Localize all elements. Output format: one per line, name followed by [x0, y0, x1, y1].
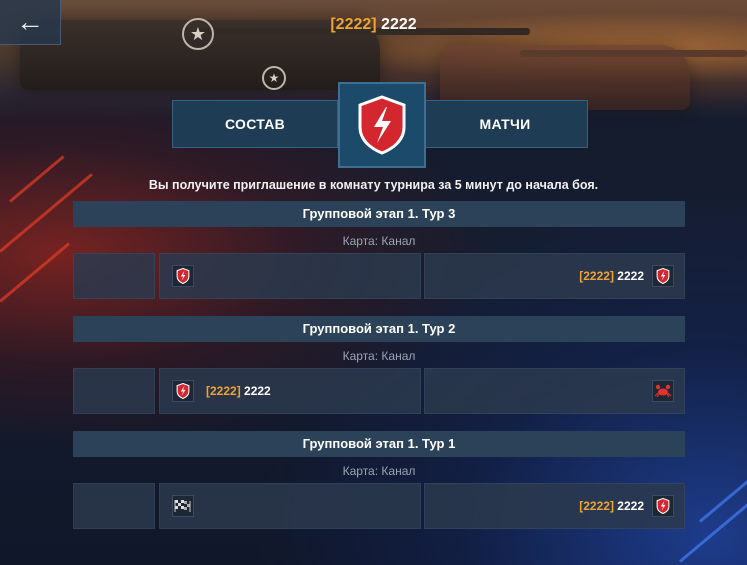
round-block: Групповой этап 1. Тур 3 Карта: Канал [22… [73, 201, 685, 299]
team-left-cell[interactable]: [2222] 2222 [159, 368, 421, 414]
team-right-cell[interactable]: [2222] 2222 [424, 483, 685, 529]
star-emblem-icon: ★ [262, 66, 286, 90]
decor-slash [699, 475, 747, 523]
team-name: [2222] 2222 [206, 384, 271, 398]
wotb-shield-icon [652, 265, 674, 287]
checkered-flags-icon [172, 495, 194, 517]
match-time-cell [73, 483, 155, 529]
match-row[interactable]: [2222] 2222 [73, 368, 685, 414]
team-left-cell[interactable] [159, 253, 421, 299]
wotb-shield-icon [358, 95, 406, 155]
map-label: Карта: Канал [342, 349, 416, 363]
team-right-cell[interactable] [424, 368, 685, 414]
match-time-cell [73, 368, 155, 414]
crab-icon [652, 380, 674, 402]
round-title: Групповой этап 1. Тур 3 [73, 201, 685, 227]
clan-name: 2222 [381, 16, 417, 33]
round-block: Групповой этап 1. Тур 2 Карта: Канал [22… [73, 316, 685, 414]
match-row[interactable]: [2222] 2222 [73, 253, 685, 299]
map-label: Карта: Канал [342, 464, 416, 478]
tank-barrel-secondary [520, 50, 747, 57]
tab-matches[interactable]: МАТЧИ [422, 100, 588, 148]
clan-tag: [2222] [330, 16, 377, 33]
match-row[interactable]: [2222] 2222 [73, 483, 685, 529]
decor-slash [0, 242, 70, 303]
match-time-cell [73, 253, 155, 299]
team-left-cell[interactable] [159, 483, 421, 529]
page-title: [2222] 2222 [0, 16, 747, 34]
wotb-shield-icon [172, 380, 194, 402]
team-name: [2222] 2222 [579, 499, 644, 513]
team-right-cell[interactable]: [2222] 2222 [424, 253, 685, 299]
decor-slash [679, 489, 747, 563]
wotb-shield-icon [172, 265, 194, 287]
round-block: Групповой этап 1. Тур 1 Карта: Канал [22… [73, 431, 685, 529]
round-title: Групповой этап 1. Тур 1 [73, 431, 685, 457]
tab-roster[interactable]: СОСТАВ [172, 100, 338, 148]
wotb-shield-icon [652, 495, 674, 517]
team-name: [2222] 2222 [579, 269, 644, 283]
map-label: Карта: Канал [342, 234, 416, 248]
invite-notice: Вы получите приглашение в комнату турнир… [148, 178, 599, 192]
tournament-emblem [338, 82, 426, 168]
round-title: Групповой этап 1. Тур 2 [73, 316, 685, 342]
